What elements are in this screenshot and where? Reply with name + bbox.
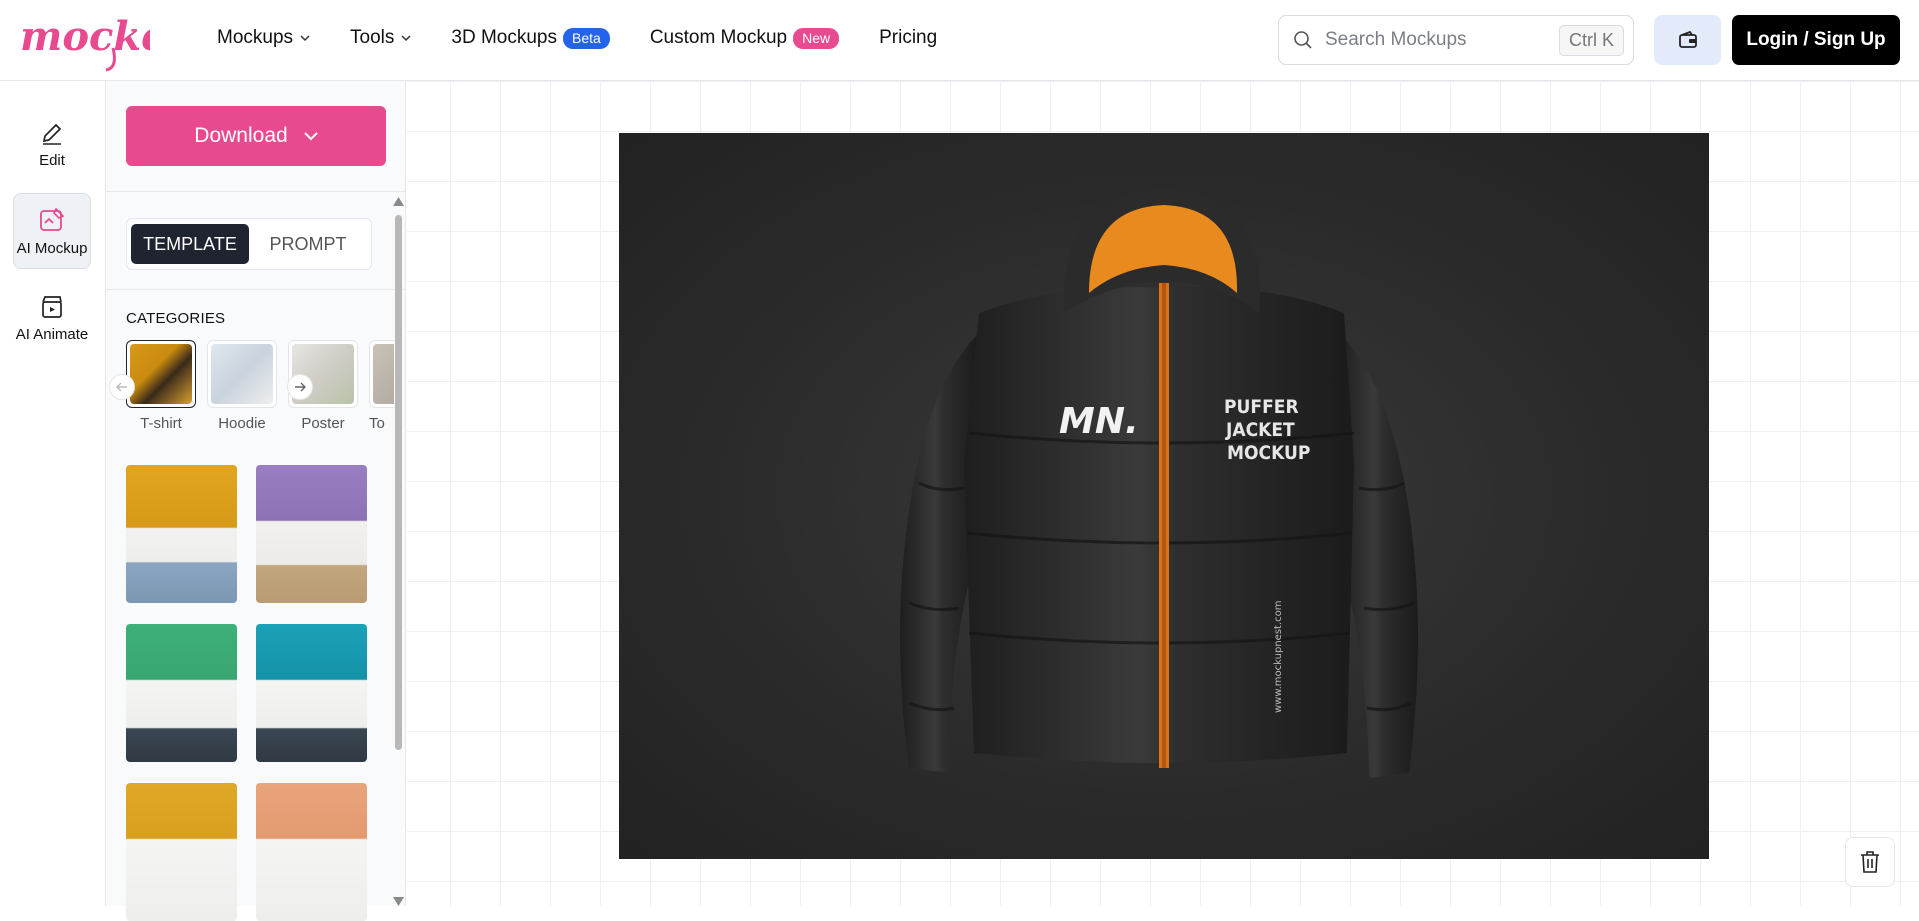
- svg-text:MN.: MN.: [1059, 401, 1139, 442]
- carousel-prev-button[interactable]: [109, 374, 135, 400]
- scroll-up-icon: [393, 197, 404, 206]
- category-thumb: [207, 340, 277, 408]
- nav-custom-mockup[interactable]: Custom Mockup New: [649, 27, 840, 49]
- rail-ai-animate-label: AI Animate: [15, 325, 89, 343]
- template-thumbnail[interactable]: [256, 783, 367, 921]
- category-label: T-shirt: [140, 415, 182, 432]
- rail-ai-mockup[interactable]: AI Mockup: [13, 193, 91, 269]
- wallet-button[interactable]: [1654, 15, 1721, 65]
- nav-3d-mockups[interactable]: 3D Mockups Beta: [451, 27, 610, 49]
- main-nav: Mockups Tools 3D Mockups Beta Custom Moc…: [217, 27, 977, 49]
- category-hoodie[interactable]: Hoodie: [207, 340, 277, 432]
- divider: [106, 191, 406, 192]
- mockey-logo[interactable]: mockey: [18, 8, 193, 74]
- template-thumbnail[interactable]: [256, 465, 367, 603]
- video-clip-icon: [42, 295, 62, 318]
- login-signup-button[interactable]: Login / Sign Up: [1732, 15, 1900, 65]
- rail-ai-mockup-label: AI Mockup: [16, 239, 88, 257]
- image-edit-icon: [40, 207, 65, 231]
- category-label: Poster: [301, 415, 345, 432]
- beta-badge: Beta: [563, 27, 610, 49]
- rail-ai-animate[interactable]: AI Animate: [13, 280, 91, 356]
- nav-pricing[interactable]: Pricing: [879, 27, 937, 49]
- nav-pricing-label: Pricing: [879, 27, 938, 48]
- keyboard-shortcut-hint: Ctrl K: [1559, 24, 1624, 56]
- nav-custom-label: Custom Mockup: [649, 27, 788, 48]
- rail-edit[interactable]: Edit: [13, 106, 91, 182]
- chevron-down-icon: [303, 132, 318, 141]
- side-panel: Download TEMPLATE PROMPT CATEGORIES T-sh…: [106, 81, 406, 921]
- category-thumb: [126, 340, 196, 408]
- scrollbar-thumb[interactable]: [395, 215, 402, 750]
- delete-button[interactable]: [1845, 837, 1895, 887]
- template-thumbnail[interactable]: [256, 624, 367, 762]
- chevron-down-icon: [300, 35, 310, 42]
- trash-icon: [1861, 851, 1879, 873]
- category-tshirt[interactable]: T-shirt: [126, 340, 196, 432]
- mockup-preview-image[interactable]: MN. PUFFER JACKET MOCKUP www.mockupnest.…: [619, 133, 1709, 859]
- template-thumbnail[interactable]: [126, 624, 237, 762]
- category-carousel: T-shirt Hoodie Poster To: [126, 340, 394, 440]
- tab-template[interactable]: TEMPLATE: [131, 224, 249, 264]
- nav-mockups[interactable]: Mockups: [217, 27, 310, 49]
- scroll-down-icon: [393, 897, 404, 906]
- divider: [106, 289, 406, 290]
- top-header: mockey Mockups Tools 3D Mockups Beta Cus…: [0, 0, 1919, 81]
- editor-canvas[interactable]: MN. PUFFER JACKET MOCKUP www.mockupnest.…: [407, 81, 1919, 906]
- new-badge: New: [793, 27, 840, 49]
- nav-tools[interactable]: Tools: [350, 27, 411, 49]
- svg-text:MOCKUP: MOCKUP: [1227, 442, 1310, 464]
- rail-edit-label: Edit: [39, 151, 65, 169]
- template-thumbnail[interactable]: [126, 783, 237, 921]
- nav-3d-label: 3D Mockups: [451, 27, 557, 48]
- arrow-left-icon: [116, 382, 127, 392]
- svg-text:JACKET: JACKET: [1225, 419, 1295, 441]
- tab-prompt[interactable]: PROMPT: [249, 224, 367, 264]
- svg-text:www.mockupnest.com: www.mockupnest.com: [1273, 601, 1284, 713]
- chevron-down-icon: [401, 35, 411, 42]
- wallet-icon: [1678, 30, 1697, 48]
- arrow-right-icon: [295, 382, 306, 392]
- svg-text:mockey: mockey: [20, 13, 150, 60]
- nav-mockups-label: Mockups: [217, 27, 294, 48]
- search-input[interactable]: Search Mockups Ctrl K: [1278, 15, 1634, 65]
- mode-tabs: TEMPLATE PROMPT: [126, 218, 372, 270]
- puffer-jacket-illustration: MN. PUFFER JACKET MOCKUP www.mockupnest.…: [900, 188, 1418, 778]
- pencil-icon: [42, 123, 62, 145]
- search-placeholder: Search Mockups: [1325, 29, 1467, 50]
- nav-tools-label: Tools: [350, 27, 395, 48]
- svg-text:PUFFER: PUFFER: [1224, 396, 1299, 418]
- tool-rail: Edit AI Mockup AI Animate: [0, 81, 106, 906]
- search-icon: [1294, 31, 1312, 49]
- template-thumbnail[interactable]: [126, 465, 237, 603]
- download-label: Download: [194, 124, 288, 147]
- category-label: Hoodie: [218, 415, 266, 432]
- carousel-next-button[interactable]: [287, 374, 313, 400]
- download-button[interactable]: Download: [126, 106, 386, 166]
- categories-title: CATEGORIES: [126, 310, 226, 327]
- panel-scrollbar[interactable]: [391, 81, 406, 906]
